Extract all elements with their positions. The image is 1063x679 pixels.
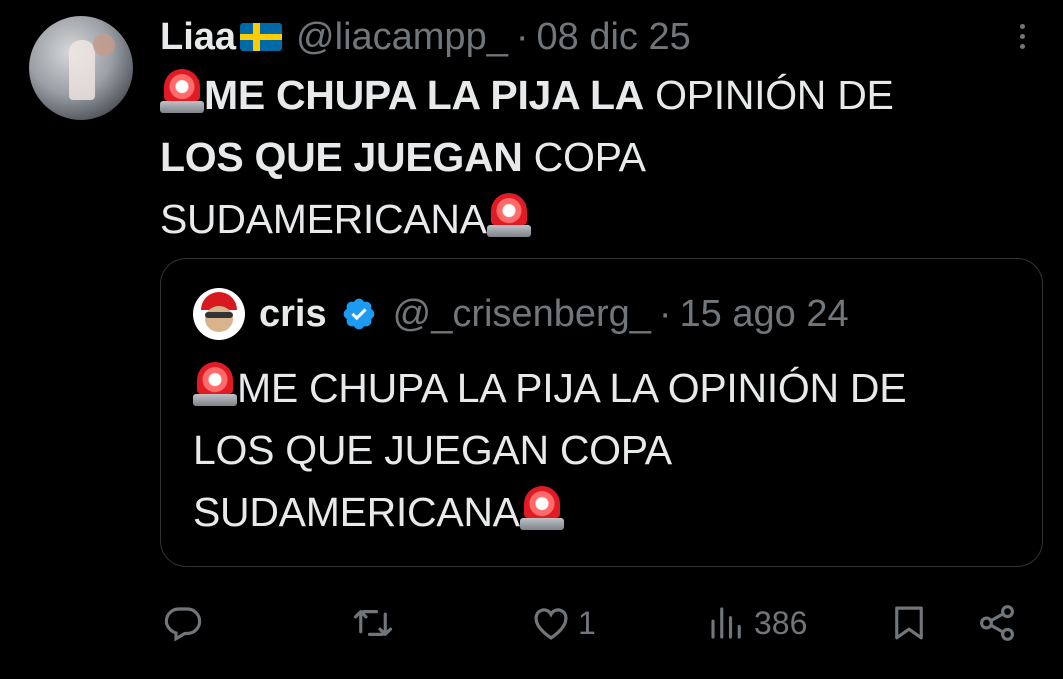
police-light-icon <box>193 360 237 408</box>
verified-badge-icon <box>341 296 377 332</box>
quoted-tweet-header: cris @_crisenberg_ · 15 ago 24 <box>193 288 849 340</box>
tweet-text-normal-1: OPINIÓN DE <box>644 72 894 118</box>
police-light-icon <box>160 67 204 115</box>
user-avatar[interactable] <box>29 16 133 120</box>
tweet-text-normal-2: COPA <box>522 134 646 180</box>
views-button[interactable]: 386 <box>706 598 807 648</box>
quoted-tweet-text: ME CHUPA LA PIJA LA OPINIÓN DE LOS QUE J… <box>193 357 1013 543</box>
views-chart-icon <box>711 607 741 639</box>
quoted-text-line-2: LOS QUE JUEGAN COPA <box>193 427 672 473</box>
sweden-flag-icon <box>240 23 283 51</box>
retweet-icon <box>353 610 393 636</box>
tweet-text-normal-3: SUDAMERICANA <box>160 196 487 242</box>
display-name[interactable]: Liaa <box>160 16 236 59</box>
quoted-text-line-3: SUDAMERICANA <box>193 489 520 535</box>
tweet-text-bold-2: LOS QUE JUEGAN <box>160 134 523 180</box>
police-light-icon <box>486 191 531 239</box>
tweet-header: Liaa @liacampp_ · 08 dic 25 <box>160 12 691 62</box>
quoted-user-avatar <box>193 288 245 340</box>
tweet-date[interactable]: 08 dic 25 <box>537 16 691 59</box>
police-light-icon <box>519 484 564 532</box>
share-icon <box>980 605 1014 641</box>
quoted-tweet[interactable]: cris @_crisenberg_ · 15 ago 24 ME CHUPA … <box>160 258 1043 567</box>
separator-dot: · <box>515 15 529 58</box>
views-count: 386 <box>754 604 808 641</box>
like-button[interactable]: 1 <box>530 598 596 648</box>
user-handle[interactable]: @liacampp_ <box>296 16 508 59</box>
quoted-separator-dot: · <box>658 292 672 335</box>
action-bar: 1 386 <box>0 598 1063 648</box>
tweet-text-bold-1: ME CHUPA LA PIJA LA <box>204 72 644 118</box>
tweet: Liaa @liacampp_ · 08 dic 25 ME CHUPA LA … <box>0 0 1063 679</box>
heart-icon <box>534 608 568 640</box>
like-count: 1 <box>578 604 596 641</box>
share-button[interactable] <box>976 598 1018 648</box>
quoted-display-name: cris <box>259 292 327 335</box>
tweet-text: ME CHUPA LA PIJA LA OPINIÓN DE LOS QUE J… <box>160 64 1040 250</box>
more-options-icon[interactable] <box>1010 20 1034 60</box>
reply-button[interactable] <box>162 598 210 648</box>
retweet-button[interactable] <box>352 598 400 648</box>
quoted-tweet-date: 15 ago 24 <box>679 292 849 335</box>
bookmark-button[interactable] <box>888 598 930 648</box>
reply-icon <box>164 607 202 642</box>
quoted-user-handle: @_crisenberg_ <box>392 292 651 335</box>
quoted-text-line-1: ME CHUPA LA PIJA LA OPINIÓN DE <box>237 365 907 411</box>
bookmark-icon <box>895 606 923 640</box>
